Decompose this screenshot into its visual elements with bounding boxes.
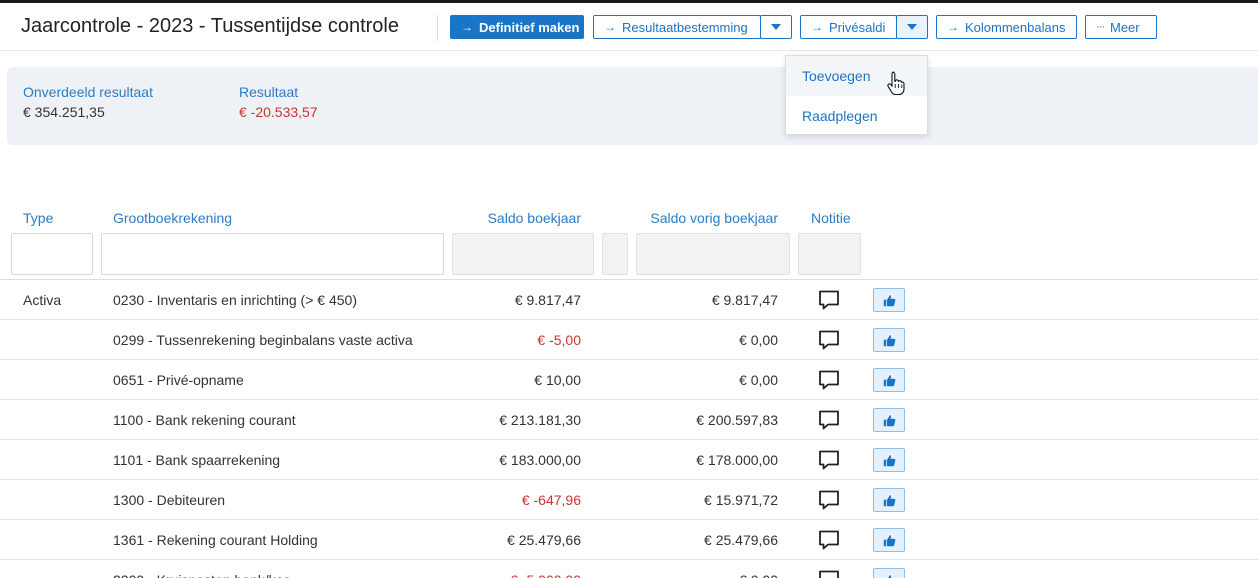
table-row[interactable]: 0651 - Privé-opname € 10,00 € 0,00 xyxy=(0,360,1258,400)
row-account: 0299 - Tussenrekening beginbalans vaste … xyxy=(113,332,413,348)
resultaatbestemming-label: Resultaatbestemming xyxy=(622,19,748,35)
row-account: 0230 - Inventaris en inrichting (> € 450… xyxy=(113,292,357,308)
arrow-right-icon: → xyxy=(811,20,823,34)
table-row[interactable]: 1101 - Bank spaarrekening € 183.000,00 € 1… xyxy=(0,440,1258,480)
comment-icon[interactable] xyxy=(818,489,840,511)
approve-button[interactable] xyxy=(873,568,905,578)
row-saldo-boekjaar: € -5,00 xyxy=(537,332,581,348)
menu-item-raadplegen[interactable]: Raadplegen xyxy=(786,96,927,136)
notitie-filter xyxy=(798,233,861,275)
thumbs-up-icon xyxy=(883,534,895,546)
column-header-type[interactable]: Type xyxy=(23,210,53,226)
row-account: 2200 - Kruisposten bank/kas xyxy=(113,572,290,578)
onverdeeld-resultaat-value: € 354.251,35 xyxy=(23,104,105,120)
row-account: 1100 - Bank rekening courant xyxy=(113,412,296,428)
thumbs-up-icon xyxy=(883,454,895,466)
page-title: Jaarcontrole - 2023 - Tussentijdse contr… xyxy=(21,15,399,37)
row-saldo-boekjaar: € 213.181,30 xyxy=(499,412,581,428)
row-saldo-boekjaar: € 25.479,66 xyxy=(507,532,581,548)
row-saldo-vorig-boekjaar: € 15.971,72 xyxy=(704,492,778,508)
approve-button[interactable] xyxy=(873,488,905,512)
meer-button[interactable]: ··· Meer xyxy=(1085,15,1157,39)
approve-button[interactable] xyxy=(873,288,905,312)
row-account: 0651 - Privé-opname xyxy=(113,372,244,388)
saldo-vorig-boekjaar-filter xyxy=(636,233,790,275)
row-saldo-vorig-boekjaar: € 0,00 xyxy=(739,332,778,348)
table-row[interactable]: 1361 - Rekening courant Holding € 25.479,… xyxy=(0,520,1258,560)
row-type: Activa xyxy=(23,292,62,308)
row-saldo-boekjaar: € -5.000,00 xyxy=(381,572,581,578)
row-saldo-vorig-boekjaar: € 0,00 xyxy=(578,572,778,578)
row-saldo-boekjaar: € 10,00 xyxy=(534,372,581,388)
title-divider xyxy=(437,15,438,41)
onverdeeld-resultaat-label: Onverdeeld resultaat xyxy=(23,84,153,100)
comment-icon[interactable] xyxy=(818,329,840,351)
column-header-saldo-vorig-boekjaar[interactable]: Saldo vorig boekjaar xyxy=(620,210,778,226)
row-saldo-vorig-boekjaar: € 200.597,83 xyxy=(696,412,778,428)
arrow-right-icon: → xyxy=(461,20,473,34)
row-saldo-boekjaar: € -647,96 xyxy=(521,492,581,508)
column-header-notitie[interactable]: Notitie xyxy=(811,210,851,226)
more-dots-icon: ··· xyxy=(1096,21,1105,33)
row-saldo-vorig-boekjaar: € 178.000,00 xyxy=(696,452,778,468)
thumbs-up-icon xyxy=(883,294,895,306)
kolommenbalans-button[interactable]: → Kolommenbalans xyxy=(936,15,1077,39)
privesaldi-label: Privésaldi xyxy=(829,19,886,35)
caret-down-icon xyxy=(907,24,917,30)
table-row[interactable]: 1300 - Debiteuren € -647,96 € 15.971,72 xyxy=(0,480,1258,520)
row-saldo-vorig-boekjaar: € 0,00 xyxy=(739,372,778,388)
comment-icon[interactable] xyxy=(818,409,840,431)
thumbs-up-icon xyxy=(887,574,891,578)
definitief-maken-label: Definitief maken xyxy=(479,19,580,35)
resultaatbestemming-button[interactable]: → Resultaatbestemming xyxy=(593,15,761,39)
hand-cursor-icon xyxy=(887,71,905,96)
type-filter-input[interactable] xyxy=(11,233,93,275)
thumbs-up-icon xyxy=(883,494,895,506)
saldo-boekjaar-filter xyxy=(452,233,594,275)
saldo-extra-filter xyxy=(602,233,628,275)
thumbs-up-icon xyxy=(883,374,895,386)
resultaatbestemming-dropdown-toggle[interactable] xyxy=(760,15,792,39)
menu-item-toevoegen[interactable]: Toevoegen xyxy=(786,56,927,96)
table-row[interactable]: 0299 - Tussenrekening beginbalans vaste … xyxy=(0,320,1258,360)
approve-button[interactable] xyxy=(873,328,905,352)
comment-icon[interactable] xyxy=(818,289,840,311)
thumbs-up-icon xyxy=(883,414,895,426)
comment-icon[interactable] xyxy=(818,529,840,551)
arrow-right-icon: → xyxy=(604,20,616,34)
table-row[interactable]: 2200 - Kruisposten bank/kas € -5.000,00€ … xyxy=(0,560,1258,578)
row-saldo-vorig-boekjaar: € 9.817,47 xyxy=(711,292,778,308)
privesaldi-dropdown-menu: Toevoegen Raadplegen xyxy=(785,55,928,135)
column-header-saldo-boekjaar[interactable]: Saldo boekjaar xyxy=(381,210,581,226)
meer-label: Meer xyxy=(1110,19,1140,35)
row-account: 1300 - Debiteuren xyxy=(113,492,226,508)
thumbs-up-icon xyxy=(883,334,895,346)
row-account: 1101 - Bank spaarrekening xyxy=(113,452,281,468)
column-header-grootboekrekening[interactable]: Grootboekrekening xyxy=(113,210,232,226)
comment-icon[interactable] xyxy=(818,449,840,471)
approve-button[interactable] xyxy=(873,408,905,432)
table-row[interactable]: 1100 - Bank rekening courant € 213.181,30… xyxy=(0,400,1258,440)
definitief-maken-button[interactable]: → Definitief maken xyxy=(450,15,584,39)
table-row[interactable]: Activa 0230 - Inventaris en inrichting (>… xyxy=(0,280,1258,320)
approve-button[interactable] xyxy=(873,448,905,472)
caret-down-icon xyxy=(771,24,781,30)
arrow-right-icon: → xyxy=(947,20,959,34)
grootboekrekening-filter-input[interactable] xyxy=(101,233,444,275)
approve-button[interactable] xyxy=(873,528,905,552)
resultaat-label: Resultaat xyxy=(239,84,299,100)
comment-icon[interactable] xyxy=(818,369,840,391)
row-saldo-boekjaar: € 9.817,47 xyxy=(514,292,581,308)
comment-icon[interactable] xyxy=(818,569,840,578)
privesaldi-button[interactable]: → Privésaldi xyxy=(800,15,897,39)
privesaldi-dropdown-toggle[interactable] xyxy=(896,15,928,39)
kolommenbalans-label: Kolommenbalans xyxy=(965,19,1066,35)
page-header: Jaarcontrole - 2023 - Tussentijdse contr… xyxy=(0,3,1258,51)
row-saldo-vorig-boekjaar: € 25.479,66 xyxy=(704,532,778,548)
approve-button[interactable] xyxy=(873,368,905,392)
resultaat-value: € -20.533,57 xyxy=(239,104,318,120)
row-account: 1361 - Rekening courant Holding xyxy=(113,532,318,548)
summary-panel: Onverdeeld resultaat € 354.251,35 Result… xyxy=(7,67,1258,145)
row-saldo-boekjaar: € 183.000,00 xyxy=(499,452,581,468)
